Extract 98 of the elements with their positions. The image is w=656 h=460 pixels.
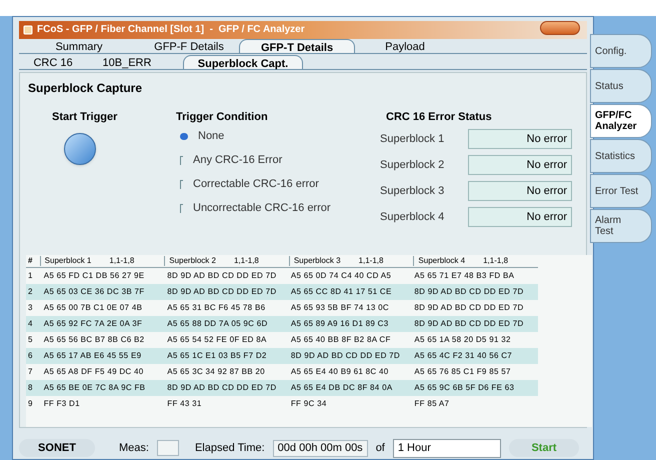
of-label: of [376,440,385,456]
table-cell-text: A5 65 56 BC B7 8B C6 B2 [44,334,146,346]
table-cell-text: A5 65 CC 8D 41 17 51 CE [290,286,393,298]
column-header: Superblock 2 [169,254,216,267]
superblock-label: Superblock 1 [380,132,446,147]
table-cell-text: A5 65 92 FC 7A 2E 0A 3F [44,318,144,330]
row-number: 5 [27,334,34,346]
table-cell-text: A5 65 40 BB 8F B2 8A CF [290,334,392,346]
option-label: Any CRC-16 Error [193,153,282,168]
start-trigger-button[interactable] [64,132,96,165]
radio-button[interactable] [180,204,183,214]
table-cell-text: FF 85 A7 [414,398,450,410]
status-field: No error [468,155,572,176]
window-title: FCoS - GFP / Fiber Channel [Slot 1] - GFP / FC Analyzer [37,23,305,38]
superblock-label: Superblock 3 [380,184,446,199]
radio-button[interactable] [180,133,188,140]
row-number: 6 [27,350,34,362]
column-header: Superblock 4 [418,254,466,267]
subtab[interactable]: CRC 16 [19,54,87,69]
column-header: 1,1-1,8 [109,254,134,267]
window-icon [23,24,33,35]
table-cell-text: 8D 9D AD BD CD DD ED 7D [414,318,525,330]
table-cell-text: A5 65 FD C1 DB 56 27 9E [44,270,146,282]
row-number: 9 [27,398,34,410]
table-cell-text: A5 65 76 85 C1 F9 85 57 [414,366,512,378]
close-button[interactable] [540,21,580,35]
subtab[interactable]: 10B_ERR [87,54,167,69]
table-cell-text: FF 43 31 [167,398,203,410]
column-header: 1,1-1,8 [234,254,259,267]
panel-title: Superblock Capture [28,80,142,97]
table-cell-text: A5 65 BE 0E 7C 8A 9C FB [44,382,146,394]
superblock-label: Superblock 4 [380,210,446,225]
tab[interactable]: Payload [355,38,455,53]
table-cell-text: 8D 9D AD BD CD DD ED 7D [167,286,278,298]
tab[interactable]: Summary [19,38,139,53]
elapsed-time-field: 00d 00h 00m 00s [272,440,368,457]
table-cell-text: A5 65 03 CE 36 DC 3B 7F [44,286,146,298]
table-cell-text: A5 65 89 A9 16 D1 89 C3 [290,318,390,330]
table-cell-text: A5 65 1A 58 20 D5 91 32 [414,334,512,346]
table-cell-text: 8D 9D AD BD CD DD ED 7D [167,382,278,394]
option-label: Correctable CRC-16 error [193,177,319,192]
table-cell-text: A5 65 1C E1 03 B5 F7 D2 [167,350,268,362]
start-trigger-label: Start Trigger [52,110,118,125]
table-cell-text: A5 65 00 7B C1 0E 07 4B [44,302,144,314]
side-tab[interactable]: GFP/FC Analyzer [590,104,652,138]
status-field: No error [468,181,572,202]
table-cell-text: A5 65 3C 34 92 87 BB 20 [167,366,266,378]
table-cell-text: A5 65 E4 40 B9 61 8C 40 [290,366,390,378]
side-tab[interactable]: Status [590,69,652,103]
subtab[interactable]: Superblock Capt. [183,54,303,69]
side-tab[interactable]: Config. [590,34,652,68]
radio-button[interactable] [180,156,183,166]
column-header: 1,1-1,8 [483,254,508,267]
table-cell-text: 8D 9D AD BD CD DD ED 7D [414,286,525,298]
tab[interactable]: GFP-T Details [239,38,355,53]
table-cell-text: A5 65 17 AB E6 45 55 E9 [44,350,142,362]
row-number: 1 [27,270,34,282]
column-header: # [27,254,34,267]
meas-label: Meas: [119,440,149,456]
radio-button[interactable] [180,180,183,190]
trigger-condition-label: Trigger Condition [176,110,268,125]
option-label: Uncorrectable CRC-16 error [193,201,331,216]
table-cell-text: A5 65 A8 DF F5 49 DC 40 [44,366,145,378]
crc-status-label: CRC 16 Error Status [386,110,492,125]
table-cell-text: 8D 9D AD BD CD DD ED 7D [290,350,401,362]
status-field: No error [468,129,572,150]
side-tab[interactable]: Alarm Test [590,209,652,243]
table-cell-text: FF F3 D1 [44,398,81,410]
duration-dropdown[interactable]: 1 Hour [392,438,501,458]
table-cell-text: A5 65 93 5B BF 74 13 0C [290,302,390,314]
side-tab[interactable]: Error Test [590,174,652,208]
meas-field [156,440,179,456]
table-cell-text: A5 65 88 DD 7A 05 9C 6D [167,318,269,330]
table-cell-text: FF 9C 34 [290,398,328,410]
table-cell-text: A5 65 54 52 FE 0F ED 8A [167,334,268,346]
table-cell-text: A5 65 9C 6B 5F D6 FE 63 [414,382,516,394]
tab[interactable]: GFP-F Details [139,38,239,53]
row-number: 4 [27,318,34,330]
column-header: Superblock 1 [44,254,92,267]
table-cell-text: 8D 9D AD BD CD DD ED 7D [167,270,278,282]
table-cell-text: A5 65 0D 74 C4 40 CD A5 [290,270,392,282]
column-header: Superblock 3 [294,254,341,267]
table-cell-text: 8D 9D AD BD CD DD ED 7D [414,302,525,314]
row-number: 3 [27,302,34,314]
row-number: 7 [27,366,34,378]
row-number: 2 [27,286,34,298]
table-cell-text: A5 65 31 BC F6 45 78 B6 [167,302,266,314]
superblock-label: Superblock 2 [380,158,446,173]
status-field: No error [468,207,572,228]
column-header: 1,1-1,8 [358,254,384,267]
sonet-button[interactable]: SONET [19,439,95,458]
table-cell-text: A5 65 E4 DB DC 8F 84 0A [290,382,394,394]
table-cell-text: A5 65 71 E7 48 B3 FD BA [414,270,516,282]
option-label: None [198,129,224,144]
table-cell-text: A5 65 4C F2 31 40 56 C7 [414,350,514,362]
row-number: 8 [27,382,34,394]
side-tab[interactable]: Statistics [590,139,652,173]
elapsed-time-label: Elapsed Time: [194,440,265,456]
